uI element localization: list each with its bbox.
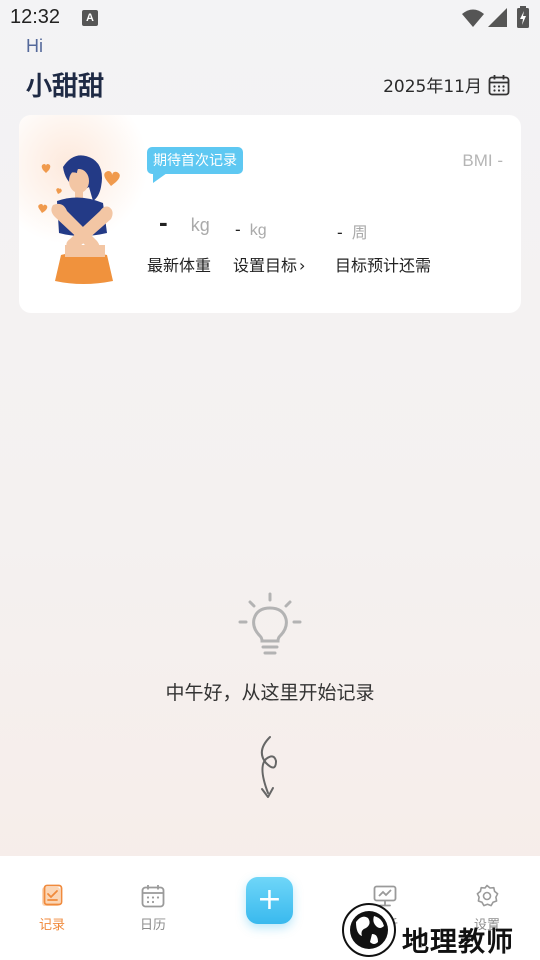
first-record-bubble: 期待首次记录 bbox=[147, 147, 243, 183]
bmi-value: BMI - bbox=[462, 151, 503, 170]
username-title: 小甜甜 bbox=[26, 72, 105, 102]
notification-a-icon: A bbox=[82, 10, 98, 26]
status-time: 12:32 bbox=[10, 6, 61, 28]
watermark-text: 地理教师 bbox=[402, 927, 514, 958]
latest-weight-value: - bbox=[159, 207, 168, 237]
globe-seal-icon bbox=[342, 903, 396, 957]
calendar-icon bbox=[488, 74, 510, 95]
signal-icon bbox=[488, 8, 507, 27]
greeting-hi: Hi bbox=[26, 36, 43, 56]
latest-weight-label: 最新体重 bbox=[147, 256, 212, 275]
calendar-nav-icon bbox=[141, 885, 165, 908]
set-target-label: 设置目标 bbox=[233, 256, 298, 275]
battery-charging-icon bbox=[517, 6, 529, 28]
empty-state-message: 中午好，从这里开始记录 bbox=[165, 682, 375, 704]
target-weight-value: - bbox=[235, 220, 241, 239]
remaining-weeks-label: 目标预计还需 bbox=[335, 256, 432, 275]
target-weight-value-group: - kg bbox=[235, 220, 267, 240]
nav-record-label: 记录 bbox=[38, 918, 65, 933]
nav-calendar-label: 日历 bbox=[139, 918, 166, 933]
status-bar: 12:32 A bbox=[0, 0, 540, 36]
target-weight-unit: kg bbox=[249, 222, 267, 239]
latest-weight-value-group: - kg bbox=[159, 207, 210, 238]
weight-summary-card[interactable]: 期待首次记录 BMI - - kg - kg - 周 最新体重 设置目标 › 目标… bbox=[19, 115, 521, 313]
record-icon bbox=[42, 884, 63, 906]
month-picker[interactable]: 2025年11月 bbox=[383, 72, 510, 97]
latest-weight-unit: kg bbox=[190, 215, 210, 235]
month-label: 2025年11月 bbox=[383, 77, 482, 97]
remaining-weeks-value: - bbox=[337, 223, 343, 242]
watermark: 地理教师 bbox=[336, 884, 540, 960]
remaining-weeks-value-group: - 周 bbox=[337, 219, 368, 243]
curly-arrow-down-icon bbox=[260, 736, 278, 798]
add-record-button[interactable]: + bbox=[246, 877, 293, 924]
self-hug-avatar-illustration bbox=[38, 155, 120, 284]
remaining-weeks-unit: 周 bbox=[351, 225, 368, 242]
chevron-right-icon: › bbox=[299, 256, 306, 275]
lightbulb-icon bbox=[238, 592, 302, 655]
set-target-link[interactable]: 设置目标 › bbox=[233, 252, 305, 276]
wifi-icon bbox=[462, 9, 484, 27]
